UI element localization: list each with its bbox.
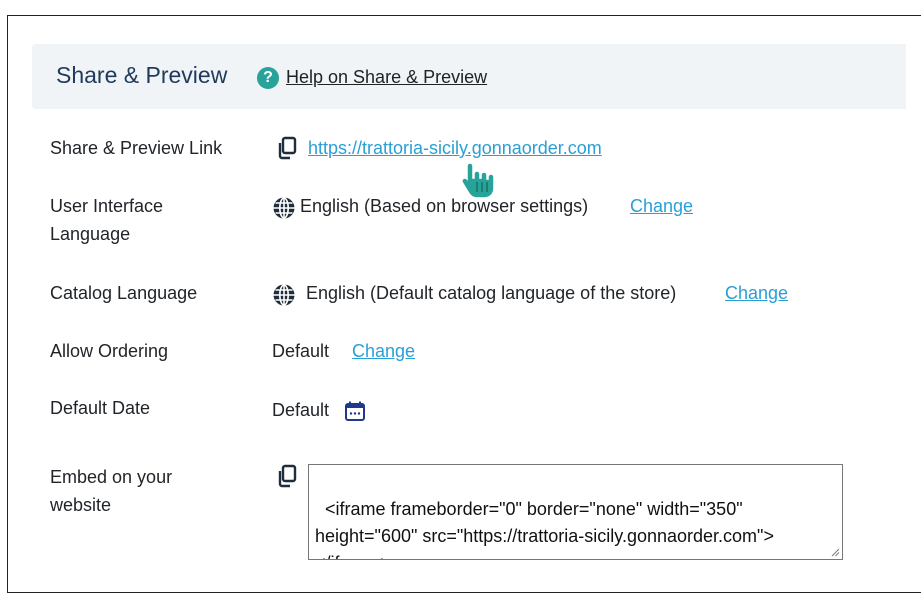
embed-label: Embed on your website — [50, 463, 172, 519]
allow-ordering-label: Allow Ordering — [50, 341, 169, 361]
section-title: Share & Preview — [56, 62, 228, 88]
resize-grip-icon[interactable] — [830, 547, 840, 557]
ui-language-label-line2: Language — [50, 224, 131, 244]
help-link[interactable]: Help on Share & Preview — [286, 67, 487, 88]
allow-ordering-change-link[interactable]: Change — [352, 337, 415, 365]
copy-icon[interactable] — [276, 464, 298, 493]
ui-language-change-link[interactable]: Change — [630, 192, 693, 220]
allow-ordering-value: Default — [272, 341, 330, 361]
default-date-label: Default Date — [50, 398, 151, 418]
embed-code-text: <iframe frameborder="0" border="none" wi… — [315, 499, 774, 559]
share-preview-url-link[interactable]: https://trattoria-sicily.gonnaorder.com — [308, 134, 602, 162]
catalog-language-change-link[interactable]: Change — [725, 279, 788, 307]
ui-language-label-line1: User Interface — [50, 196, 164, 216]
default-date-value: Default — [272, 400, 330, 420]
embed-label-line2: website — [50, 495, 112, 515]
ui-language-value: English (Based on browser settings) — [300, 196, 589, 216]
globe-icon — [272, 283, 296, 312]
globe-icon — [272, 196, 296, 225]
embed-label-line1: Embed on your — [50, 467, 173, 487]
calendar-icon[interactable] — [344, 400, 366, 427]
copy-icon[interactable] — [276, 136, 298, 165]
ui-language-label: User Interface Language — [50, 192, 163, 248]
catalog-language-label: Catalog Language — [50, 283, 198, 303]
catalog-language-value: English (Default catalog language of the… — [306, 283, 677, 303]
question-circle-icon[interactable]: ? — [257, 67, 279, 89]
embed-code-textarea[interactable]: <iframe frameborder="0" border="none" wi… — [308, 464, 843, 560]
share-link-label: Share & Preview Link — [50, 138, 223, 158]
